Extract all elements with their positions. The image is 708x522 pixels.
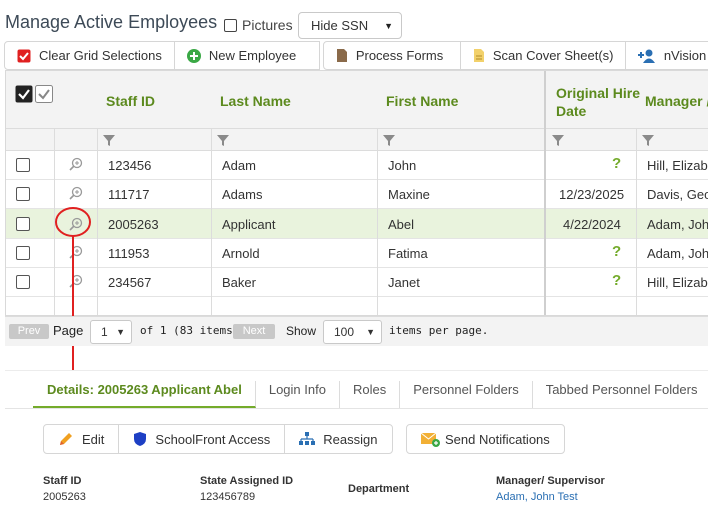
staff-id-label: Staff ID [43, 475, 82, 487]
shield-icon [133, 431, 147, 447]
tab-login-info[interactable]: Login Info [256, 381, 340, 408]
edit-button[interactable]: Edit [44, 425, 120, 453]
tab-divider [5, 408, 708, 409]
details-action-buttons: Edit SchoolFront Access Reassign [43, 424, 393, 454]
pencil-icon [58, 431, 74, 447]
org-chart-icon [299, 432, 316, 446]
pager: Prev Page 1 ▼ of 1 (83 items) Next Show … [5, 316, 708, 346]
tab-roles[interactable]: Roles [340, 381, 401, 408]
show-label: Show [286, 324, 317, 338]
state-id-label: State Assigned ID [200, 475, 294, 487]
schoolfront-access-label: SchoolFront Access [155, 431, 271, 447]
send-notifications-button[interactable]: Send Notifications [406, 424, 565, 454]
schoolfront-access-button[interactable]: SchoolFront Access [119, 425, 286, 453]
details-tabs: Details: 2005263 Applicant Abel Login In… [33, 381, 708, 408]
details-panel: Details: 2005263 Applicant Abel Login In… [5, 370, 708, 522]
reassign-button[interactable]: Reassign [285, 425, 391, 453]
department-label: Department [348, 483, 410, 495]
send-notifications-label: Send Notifications [445, 431, 550, 447]
manager-supervisor-label: Manager/ Supervisor [496, 475, 605, 487]
per-page-value: 100 [334, 325, 355, 339]
per-page-select[interactable]: 100 ▼ [323, 320, 382, 344]
tab-tabbed-personnel-folders[interactable]: Tabbed Personnel Folders [533, 381, 708, 408]
prev-page-button[interactable]: Prev [9, 324, 49, 339]
page-label: Page [53, 323, 84, 338]
item-count: of 1 (83 items) [140, 324, 240, 337]
page-select[interactable]: 1 ▼ [90, 320, 132, 344]
chevron-down-icon: ▼ [116, 327, 125, 337]
items-per-page-label: items per page. [389, 324, 489, 337]
chevron-down-icon: ▼ [366, 327, 375, 337]
state-id-value: 123456789 [200, 491, 256, 503]
manager-supervisor-link[interactable]: Adam, John Test [496, 491, 578, 503]
page-select-value: 1 [101, 325, 108, 339]
next-page-button[interactable]: Next [233, 324, 275, 339]
tab-personnel-folders[interactable]: Personnel Folders [400, 381, 533, 408]
reassign-label: Reassign [323, 431, 378, 447]
envelope-icon [421, 431, 441, 447]
edit-label: Edit [82, 431, 105, 447]
tab-details[interactable]: Details: 2005263 Applicant Abel [33, 381, 256, 408]
staff-id-value: 2005263 [43, 491, 86, 503]
